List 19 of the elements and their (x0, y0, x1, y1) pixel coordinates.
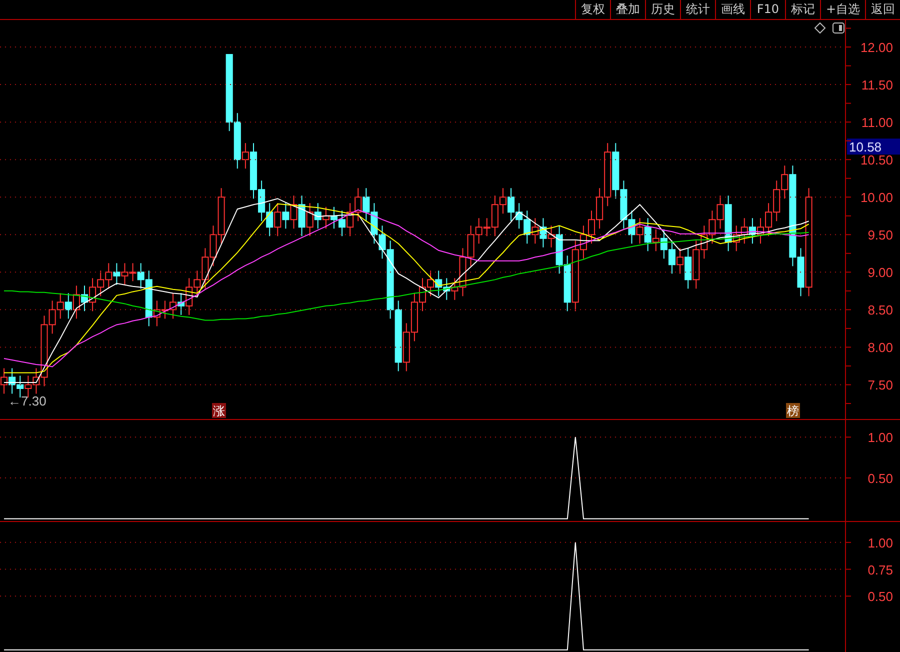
axis-label: 0.75 (868, 562, 893, 578)
axis-label: 11.00 (861, 115, 893, 130)
badge: 榜 (786, 403, 800, 418)
axis-label: 1.00 (868, 430, 893, 446)
axis-label: 0.50 (868, 589, 893, 604)
axis-label: 10.00 (860, 190, 893, 206)
badge: 涨 (212, 403, 226, 418)
last-price: 10.58 (847, 138, 900, 155)
axis-label: 0.50 (868, 470, 893, 486)
low-price-label: ←7.30 (8, 394, 46, 409)
axis-label: 12.00 (860, 40, 893, 56)
axis-label: 1.00 (868, 535, 893, 550)
axis-label: 7.50 (868, 378, 893, 393)
axis-label: 9.50 (868, 228, 893, 243)
axis-label: 11.50 (861, 78, 893, 93)
axis-label: 10.50 (860, 152, 893, 168)
axis-label: 9.00 (868, 265, 893, 280)
axis-label: 8.00 (868, 340, 893, 356)
axis-label: 8.50 (868, 302, 893, 318)
